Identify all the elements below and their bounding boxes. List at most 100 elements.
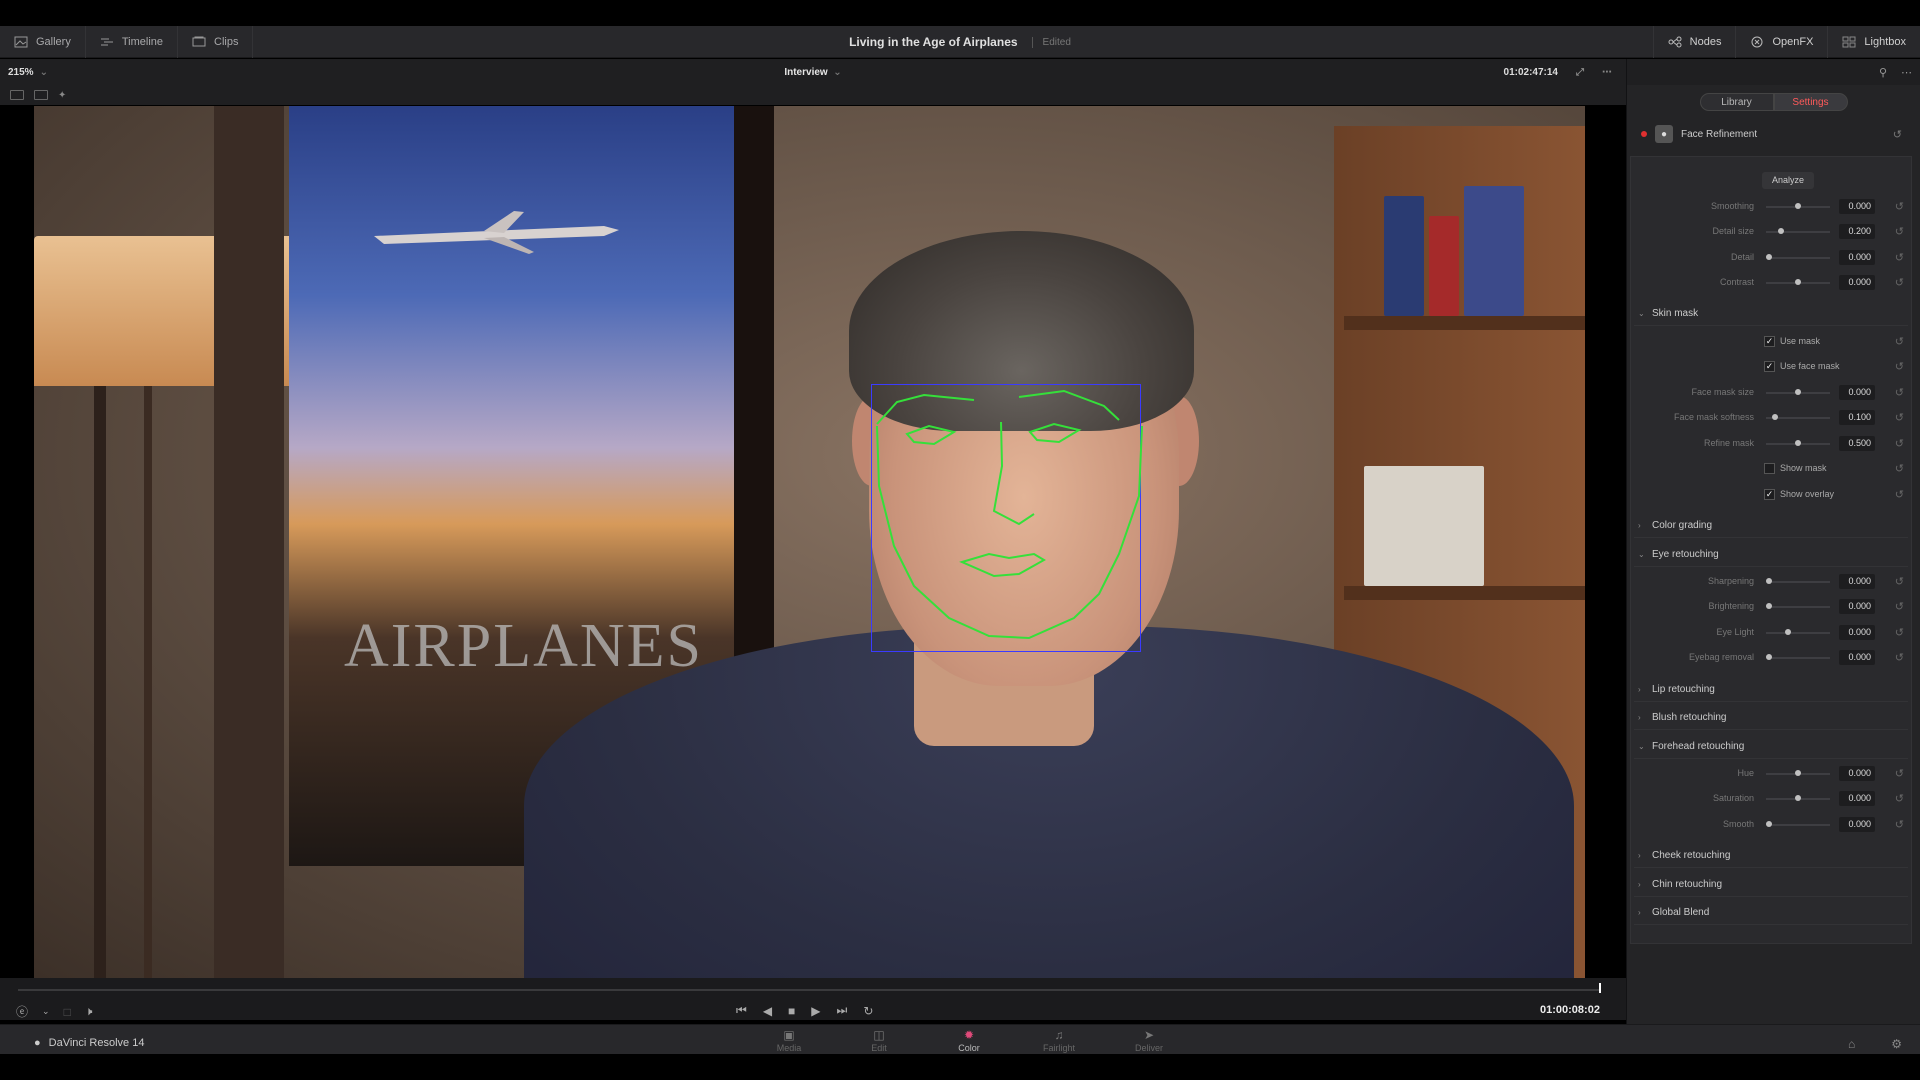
clip-icon[interactable]: □ — [64, 1005, 71, 1019]
reset-icon[interactable]: ↺ — [1895, 488, 1904, 501]
show-overlay-checkbox[interactable]: ✓ — [1764, 489, 1775, 500]
reset-icon[interactable]: ↺ — [1895, 767, 1904, 780]
slider-knob[interactable] — [1766, 821, 1772, 827]
eyebag-removal-slider[interactable] — [1766, 654, 1830, 660]
section-eye-retouching[interactable]: ⌄ Eye retouching — [1634, 543, 1908, 567]
use-mask-checkbox[interactable]: ✓ — [1764, 336, 1775, 347]
show-mask-checkbox[interactable] — [1764, 463, 1775, 474]
slider-knob[interactable] — [1771, 414, 1778, 420]
more-options-icon[interactable]: ⋯ — [1602, 67, 1612, 78]
go-to-start-icon[interactable]: ⏮ — [736, 1003, 747, 1018]
page-media[interactable]: ▣ Media — [744, 1026, 834, 1054]
refine-mask-slider[interactable] — [1766, 440, 1830, 446]
viewer-timecode[interactable]: 01:02:47:14 — [1504, 67, 1558, 78]
reset-icon[interactable]: ↺ — [1895, 792, 1904, 805]
brightening-slider[interactable] — [1766, 603, 1830, 609]
slider-knob[interactable] — [1766, 578, 1772, 584]
page-edit[interactable]: ◫ Edit — [834, 1026, 924, 1054]
reset-icon[interactable]: ↺ — [1895, 575, 1904, 588]
gallery-button[interactable]: Gallery — [0, 25, 86, 58]
face-mask-softness-slider[interactable] — [1766, 414, 1830, 420]
eye-light-value[interactable]: 0.000 — [1839, 625, 1875, 640]
reset-icon[interactable]: ↺ — [1895, 200, 1904, 213]
reset-icon[interactable]: ↺ — [1895, 251, 1904, 264]
reset-icon[interactable]: ↺ — [1895, 462, 1904, 475]
slider-knob[interactable] — [1766, 654, 1772, 660]
reset-icon[interactable]: ↺ — [1895, 626, 1904, 639]
section-cheek-retouching[interactable]: › Cheek retouching — [1634, 844, 1908, 868]
chevron-down-icon[interactable]: ⌄ — [42, 1006, 50, 1017]
page-deliver[interactable]: ➤ Deliver — [1104, 1026, 1194, 1054]
face-mask-softness-value[interactable]: 0.100 — [1839, 410, 1875, 425]
reset-icon[interactable]: ↺ — [1895, 276, 1904, 289]
reset-icon[interactable]: ↺ — [1895, 600, 1904, 613]
single-view-icon[interactable] — [10, 90, 24, 100]
reset-icon[interactable]: ↺ — [1895, 225, 1904, 238]
page-fairlight[interactable]: ♫ Fairlight — [1014, 1026, 1104, 1054]
detail-size-slider[interactable] — [1766, 228, 1830, 234]
section-skin-mask[interactable]: ⌄ Skin mask — [1634, 302, 1908, 326]
openfx-button[interactable]: OpenFX — [1735, 26, 1827, 58]
gear-icon[interactable]: ⚙ — [1891, 1037, 1902, 1051]
slider-knob[interactable] — [1795, 795, 1801, 801]
slider-knob[interactable] — [1795, 279, 1801, 285]
section-blush-retouching[interactable]: › Blush retouching — [1634, 706, 1908, 730]
refine-mask-value[interactable]: 0.500 — [1839, 436, 1875, 451]
eyebag-removal-value[interactable]: 0.000 — [1839, 650, 1875, 665]
search-icon[interactable]: ⚲ — [1879, 66, 1887, 79]
lightbox-button[interactable]: Lightbox — [1827, 26, 1920, 58]
reset-icon[interactable]: ↺ — [1895, 386, 1904, 399]
use-face-mask-checkbox[interactable]: ✓ — [1764, 361, 1775, 372]
smoothing-value[interactable]: 0.000 — [1839, 199, 1875, 214]
hue-slider[interactable] — [1766, 770, 1830, 776]
reset-icon[interactable]: ↺ — [1895, 360, 1904, 373]
section-chin-retouching[interactable]: › Chin retouching — [1634, 873, 1908, 897]
playhead[interactable] — [1599, 983, 1601, 993]
play-reverse-icon[interactable]: ◀ — [763, 1004, 772, 1018]
resolve-fx-icon[interactable]: ⓔ — [16, 1003, 28, 1020]
section-forehead-retouching[interactable]: ⌄ Forehead retouching — [1634, 735, 1908, 759]
video-viewer[interactable]: AIRPLANES — [34, 106, 1585, 978]
slider-knob[interactable] — [1785, 629, 1792, 635]
face-mask-size-slider[interactable] — [1766, 389, 1830, 395]
smooth-slider[interactable] — [1766, 821, 1830, 827]
section-color-grading[interactable]: › Color grading — [1634, 514, 1908, 538]
detail-value[interactable]: 0.000 — [1839, 250, 1875, 265]
timeline-scrubber[interactable] — [0, 978, 1626, 1000]
detail-slider[interactable] — [1766, 254, 1830, 260]
slider-knob[interactable] — [1777, 228, 1784, 234]
reset-icon[interactable]: ↺ — [1895, 651, 1904, 664]
section-global-blend[interactable]: › Global Blend — [1634, 901, 1908, 925]
face-mask-size-value[interactable]: 0.000 — [1839, 385, 1875, 400]
wipe-icon[interactable]: ✦ — [58, 90, 72, 101]
slider-knob[interactable] — [1795, 770, 1801, 776]
saturation-slider[interactable] — [1766, 795, 1830, 801]
slider-knob[interactable] — [1795, 389, 1801, 395]
section-lip-retouching[interactable]: › Lip retouching — [1634, 678, 1908, 702]
contrast-value[interactable]: 0.000 — [1839, 275, 1875, 290]
analyze-button[interactable]: Analyze — [1762, 172, 1814, 189]
hue-value[interactable]: 0.000 — [1839, 766, 1875, 781]
go-to-end-icon[interactable]: ⏭ — [837, 1003, 848, 1018]
fullscreen-icon[interactable]: ⤢ — [1576, 67, 1584, 78]
split-view-icon[interactable] — [34, 90, 48, 100]
eye-light-slider[interactable] — [1766, 629, 1830, 635]
home-icon[interactable]: ⌂ — [1848, 1037, 1855, 1051]
contrast-slider[interactable] — [1766, 279, 1830, 285]
timeline-button[interactable]: Timeline — [86, 25, 179, 58]
sharpening-slider[interactable] — [1766, 578, 1830, 584]
tab-settings[interactable]: Settings — [1773, 93, 1848, 111]
slider-knob[interactable] — [1795, 203, 1801, 209]
slider-knob[interactable] — [1766, 603, 1772, 609]
speaker-icon[interactable]: 🕨 — [85, 1004, 93, 1019]
reset-icon[interactable]: ↺ — [1895, 437, 1904, 450]
zoom-dropdown[interactable]: 215% ⌄ — [0, 67, 60, 78]
saturation-value[interactable]: 0.000 — [1839, 791, 1875, 806]
reset-icon[interactable]: ↺ — [1895, 818, 1904, 831]
clips-button[interactable]: Clips — [178, 25, 254, 58]
slider-knob[interactable] — [1795, 440, 1801, 446]
stop-icon[interactable]: ■ — [788, 1004, 795, 1018]
more-options-icon[interactable]: ⋯ — [1901, 66, 1912, 79]
sharpening-value[interactable]: 0.000 — [1839, 574, 1875, 589]
nodes-button[interactable]: Nodes — [1652, 26, 1736, 58]
